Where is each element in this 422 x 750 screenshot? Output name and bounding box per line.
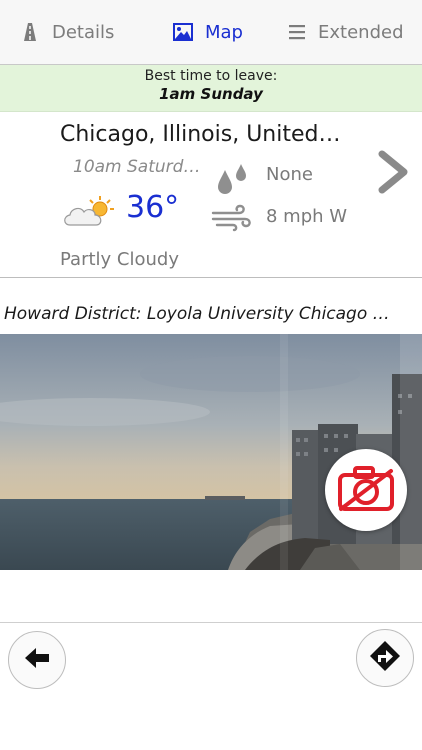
chevron-right-icon[interactable] [378,150,410,198]
best-time-heading: Best time to leave: [144,68,278,84]
weather-card[interactable]: Chicago, Illinois, United… 10am Saturd… … [0,112,422,278]
location-title: Chicago, Illinois, United… [60,122,341,147]
wind-value: 8 mph W [266,206,348,227]
no-camera-icon [335,463,397,517]
tab-details-label: Details [52,21,115,43]
tab-map[interactable]: Map [173,0,243,64]
directions-button[interactable] [356,629,414,687]
image-icon [173,23,193,41]
arrow-left-icon [23,646,51,674]
condition-label: Partly Cloudy [60,249,179,270]
back-button[interactable] [8,631,66,689]
no-camera-button[interactable] [325,449,407,531]
forecast-time: 10am Saturd… [73,157,201,177]
menu-icon [288,24,306,40]
tab-map-label: Map [205,21,243,43]
wind-icon [211,204,253,236]
webcam-caption: Howard District: Loyola University Chica… [4,304,390,324]
bottom-divider [0,622,422,623]
best-time-value: 1am Sunday [159,85,263,103]
road-icon [20,22,40,42]
tab-extended-label: Extended [318,21,404,43]
tab-details[interactable]: Details [20,0,114,64]
precipitation-value: None [266,164,313,185]
best-time-banner: Best time to leave: 1am Sunday [0,65,422,112]
tab-bar: Details Map Extended [0,0,422,65]
partly-cloudy-icon [62,194,116,232]
directions-icon [368,639,402,677]
tab-extended[interactable]: Extended [288,0,404,64]
rain-drops-icon [215,162,251,200]
temperature-value: 36° [126,190,180,225]
